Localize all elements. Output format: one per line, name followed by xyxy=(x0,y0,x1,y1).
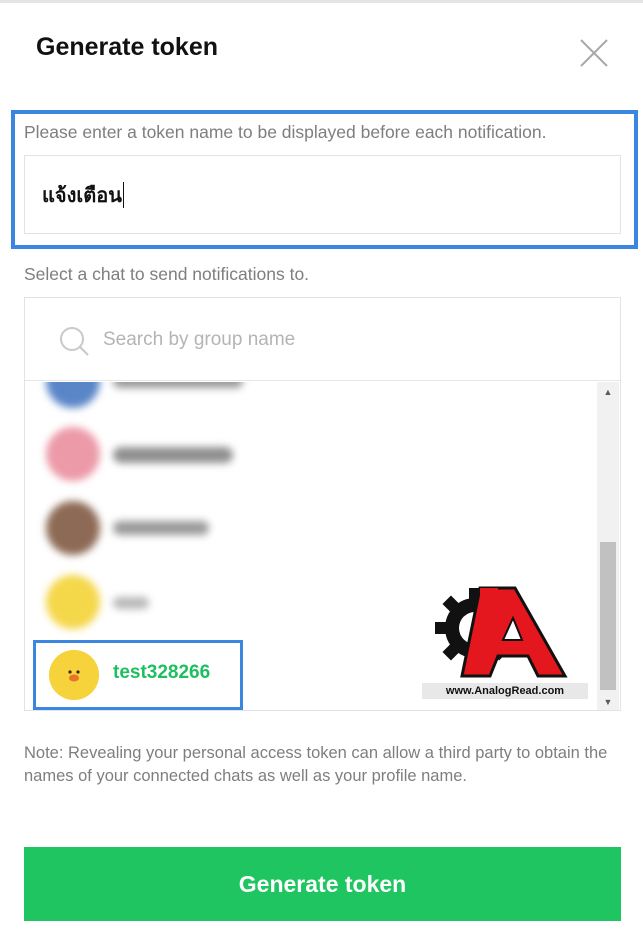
dialog-top-border xyxy=(0,0,643,3)
chat-list-scrollbar[interactable]: ▲ ▼ xyxy=(597,382,619,710)
chat-avatar xyxy=(46,501,100,555)
chat-list-item[interactable] xyxy=(25,493,595,567)
chat-avatar xyxy=(46,427,100,481)
selected-chat-name[interactable]: test328266 xyxy=(113,662,210,684)
generate-token-button[interactable]: Generate token xyxy=(24,847,621,921)
chat-select-label: Select a chat to send notifications to. xyxy=(24,264,310,284)
chat-avatar xyxy=(46,382,100,408)
close-icon xyxy=(580,39,608,67)
chat-list-item[interactable] xyxy=(25,419,595,493)
blurred-chat-name xyxy=(113,382,243,388)
scroll-down-arrow-icon[interactable]: ▼ xyxy=(597,694,619,710)
token-name-value: แจ้งเตือน xyxy=(42,184,122,207)
privacy-note: Note: Revealing your personal access tok… xyxy=(24,744,608,785)
blurred-chat-name xyxy=(113,597,149,609)
blurred-chat-name xyxy=(113,447,233,463)
search-row xyxy=(25,298,620,381)
scrollbar-thumb[interactable] xyxy=(600,542,616,690)
chat-list-item[interactable] xyxy=(25,382,595,418)
dialog-title: Generate token xyxy=(36,33,219,61)
search-input[interactable] xyxy=(103,318,563,362)
selected-chat-avatar xyxy=(49,650,99,700)
scroll-up-arrow-icon[interactable]: ▲ xyxy=(597,384,619,400)
token-name-input[interactable]: แจ้งเตือน xyxy=(24,155,621,234)
close-button[interactable] xyxy=(577,36,611,70)
blurred-chat-name xyxy=(113,521,209,535)
analogread-logo-icon xyxy=(435,586,568,678)
watermark-url: www.AnalogRead.com xyxy=(422,683,588,699)
token-name-label: Please enter a token name to be displaye… xyxy=(24,122,547,142)
chat-avatar xyxy=(46,575,100,629)
search-icon xyxy=(60,327,89,356)
text-caret xyxy=(122,181,124,208)
sally-chick-icon xyxy=(49,650,99,700)
